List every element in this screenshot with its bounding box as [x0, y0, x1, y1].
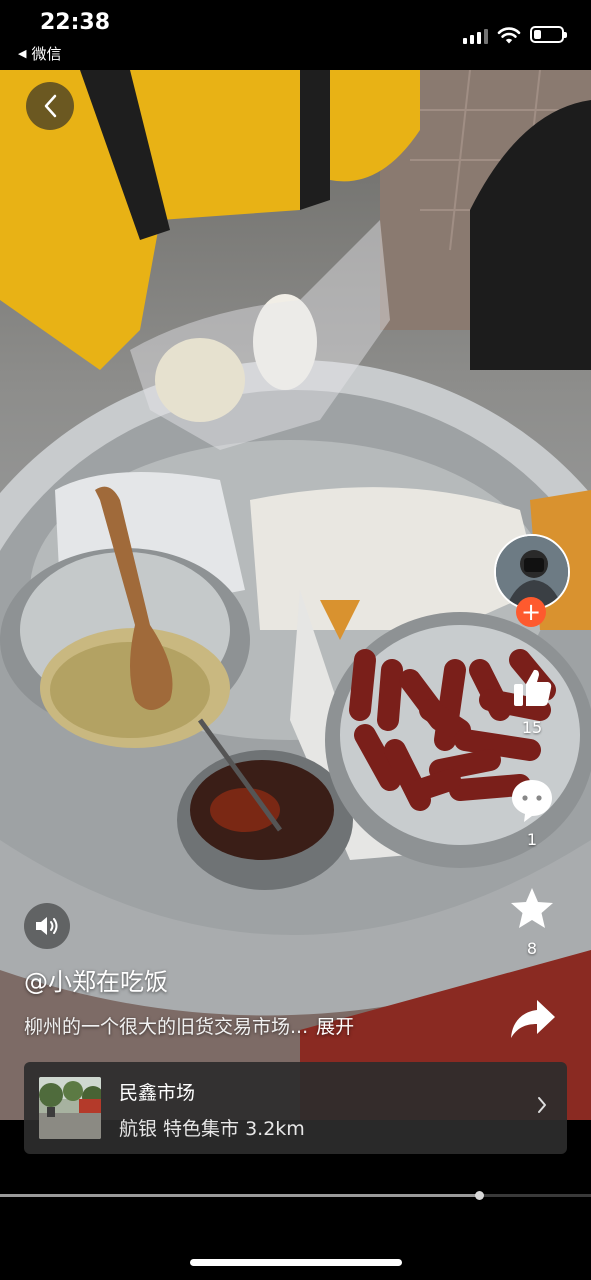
comment-button[interactable]: 1	[502, 776, 562, 849]
location-card[interactable]: 民鑫市场 航银 特色集市 3.2km	[24, 1062, 567, 1154]
back-button[interactable]	[26, 82, 74, 130]
chevron-left-icon	[44, 94, 57, 118]
like-count: 15	[521, 718, 543, 737]
thumbs-up-icon	[514, 669, 552, 706]
description-text: 柳州的一个很大的旧货交易市场...	[24, 1016, 309, 1038]
location-subtitle: 航银 特色集市 3.2km	[119, 1118, 305, 1140]
favorite-button[interactable]: 8	[502, 885, 562, 958]
home-indicator[interactable]	[190, 1259, 402, 1266]
cellular-signal-icon	[463, 29, 488, 44]
like-button[interactable]: 15	[502, 664, 562, 737]
plus-icon: +	[520, 598, 542, 626]
speaker-icon	[36, 917, 58, 935]
star-icon	[511, 888, 553, 928]
wifi-icon	[497, 27, 521, 44]
share-arrow-icon	[511, 1000, 555, 1038]
expand-link[interactable]: 展开	[316, 1016, 354, 1038]
back-to-app-link[interactable]: ◀ 微信	[18, 43, 61, 64]
progress-scrubber-handle[interactable]	[474, 1191, 484, 1200]
status-bar: 22:38 ◀ 微信	[0, 0, 591, 70]
share-button[interactable]	[502, 996, 562, 1046]
video-description: 柳州的一个很大的旧货交易市场... 展开	[24, 1012, 354, 1039]
playback-progress-bar[interactable]	[0, 1191, 591, 1200]
location-name: 民鑫市场	[119, 1082, 196, 1104]
comment-count: 1	[526, 830, 538, 849]
comment-bubble-icon	[512, 780, 552, 822]
back-app-label: 微信	[31, 45, 62, 63]
progress-played	[0, 1194, 479, 1197]
author-avatar-group: +	[494, 534, 570, 627]
author-name[interactable]: @小郑在吃饭	[24, 962, 168, 997]
favorite-count: 8	[526, 939, 538, 958]
back-triangle-icon: ◀	[18, 47, 27, 60]
chevron-right-icon	[538, 1097, 546, 1113]
follow-button[interactable]: +	[516, 597, 546, 627]
location-thumbnail	[39, 1077, 101, 1139]
status-time: 22:38	[40, 10, 111, 35]
sound-toggle-button[interactable]	[24, 903, 70, 949]
battery-icon	[530, 26, 567, 43]
